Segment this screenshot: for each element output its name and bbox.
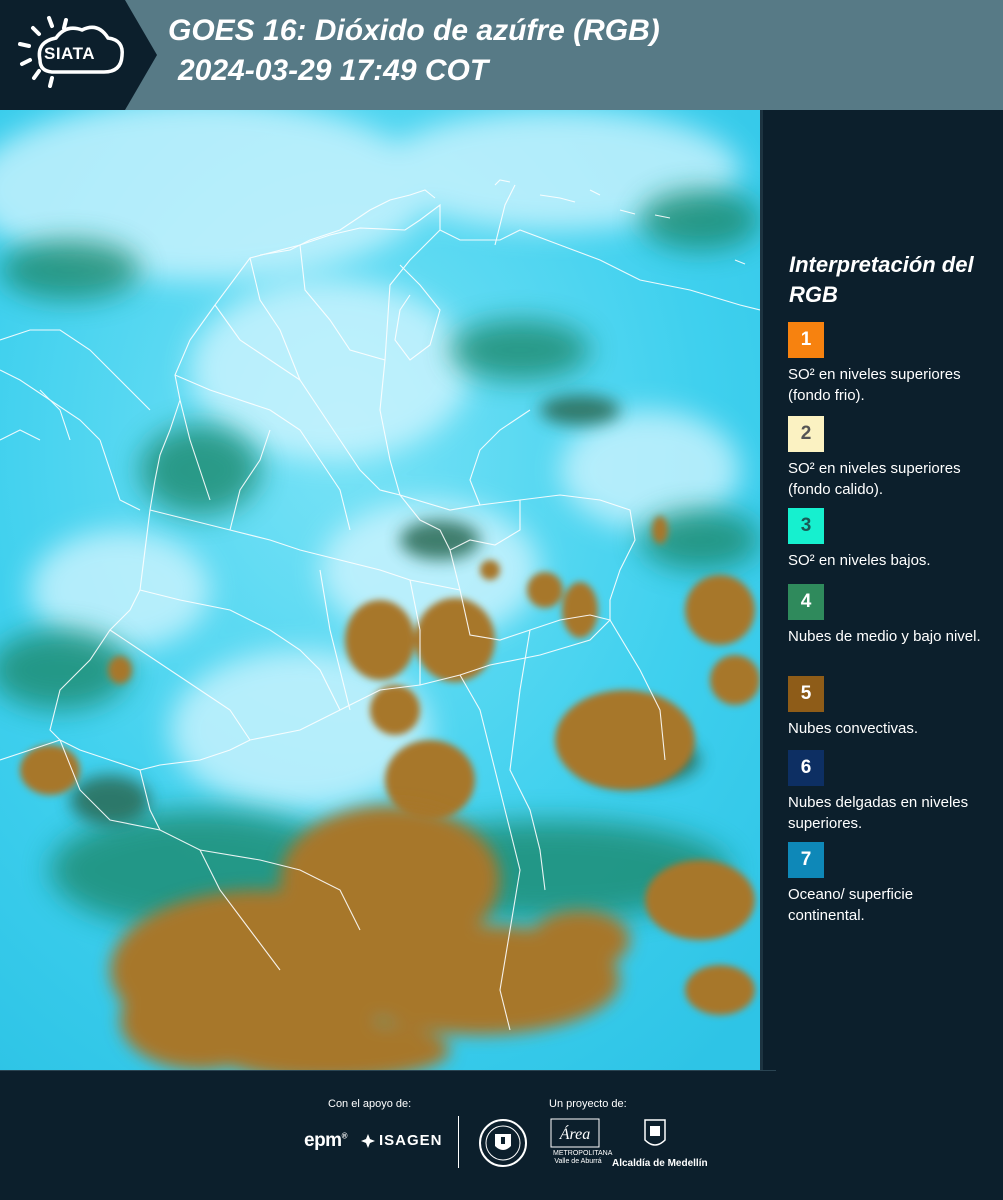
legend-item-7: 7 Oceano/ superficie continental. bbox=[788, 842, 993, 926]
logo-text: SIATA bbox=[44, 44, 95, 63]
footer-divider-line bbox=[0, 1070, 776, 1071]
epm-text: epm bbox=[304, 1130, 342, 1151]
legend-number: 6 bbox=[800, 757, 812, 778]
legend-item-2: 2 SO² en niveles superiores (fondo calid… bbox=[788, 416, 993, 500]
legend-swatch: 7 bbox=[788, 842, 824, 878]
header-bar: SIATA GOES 16: Dióxido de azúfre (RGB) 2… bbox=[0, 0, 1003, 110]
legend-label: Nubes convectivas. bbox=[788, 720, 919, 737]
footer-vertical-divider bbox=[458, 1116, 459, 1168]
isagen-logo: ISAGEN bbox=[360, 1132, 443, 1149]
page-title: GOES 16: Dióxido de azúfre (RGB) bbox=[168, 14, 660, 47]
area-metropolitana-icon: Área bbox=[550, 1118, 600, 1148]
legend-label: Nubes delgadas en niveles superiores. bbox=[788, 794, 969, 832]
isagen-icon bbox=[361, 1133, 375, 1148]
legend-number: 1 bbox=[800, 329, 812, 350]
legend-label: Oceano/ superficie continental. bbox=[788, 886, 914, 924]
legend-item-1: 1 SO² en niveles superiores (fondo frio)… bbox=[788, 322, 993, 406]
legend-label: SO² en niveles bajos. bbox=[788, 552, 931, 569]
epm-logo: epm® bbox=[304, 1130, 348, 1151]
legend-swatch: 1 bbox=[788, 322, 824, 358]
legend-number: 5 bbox=[800, 683, 812, 704]
alcaldia-label: Alcaldía de Medellín bbox=[612, 1158, 708, 1169]
support-label: Con el apoyo de: bbox=[328, 1098, 412, 1110]
legend-label: SO² en niveles superiores (fondo calido)… bbox=[788, 460, 961, 498]
legend-number: 3 bbox=[800, 515, 812, 536]
legend-item-3: 3 SO² en niveles bajos. bbox=[788, 508, 993, 571]
legend-item-6: 6 Nubes delgadas en niveles superiores. bbox=[788, 750, 993, 834]
legend-swatch: 2 bbox=[788, 416, 824, 452]
area-subtitle: METROPOLITANA Valle de Aburrá bbox=[553, 1150, 613, 1165]
timestamp-title: 2024-03-29 17:49 COT bbox=[178, 54, 489, 87]
legend-swatch: 4 bbox=[788, 584, 824, 620]
isagen-text: ISAGEN bbox=[379, 1132, 443, 1149]
medellin-seal-icon bbox=[479, 1119, 527, 1167]
siata-logo: SIATA bbox=[0, 0, 160, 110]
legend-number: 4 bbox=[800, 591, 812, 612]
footer: Con el apoyo de: Un proyecto de: epm® IS… bbox=[0, 1070, 1003, 1200]
legend-item-5: 5 Nubes convectivas. bbox=[788, 676, 993, 739]
alcaldia-shield-icon bbox=[644, 1119, 666, 1146]
legend-label: SO² en niveles superiores (fondo frio). bbox=[788, 366, 961, 404]
legend-number: 2 bbox=[800, 423, 812, 444]
legend-swatch: 5 bbox=[788, 676, 824, 712]
project-label: Un proyecto de: bbox=[549, 1098, 627, 1110]
legend-title: Interpretación del RGB bbox=[789, 252, 974, 307]
legend-label: Nubes de medio y bajo nivel. bbox=[788, 628, 981, 645]
legend-panel: Interpretación del RGB 1 SO² en niveles … bbox=[763, 110, 1003, 1070]
area-logo-text: Área bbox=[559, 1124, 591, 1143]
legend-number: 7 bbox=[800, 849, 812, 870]
legend-swatch: 6 bbox=[788, 750, 824, 786]
legend-swatch: 3 bbox=[788, 508, 824, 544]
satellite-image bbox=[0, 110, 760, 1070]
legend-item-4: 4 Nubes de medio y bajo nivel. bbox=[788, 584, 993, 647]
